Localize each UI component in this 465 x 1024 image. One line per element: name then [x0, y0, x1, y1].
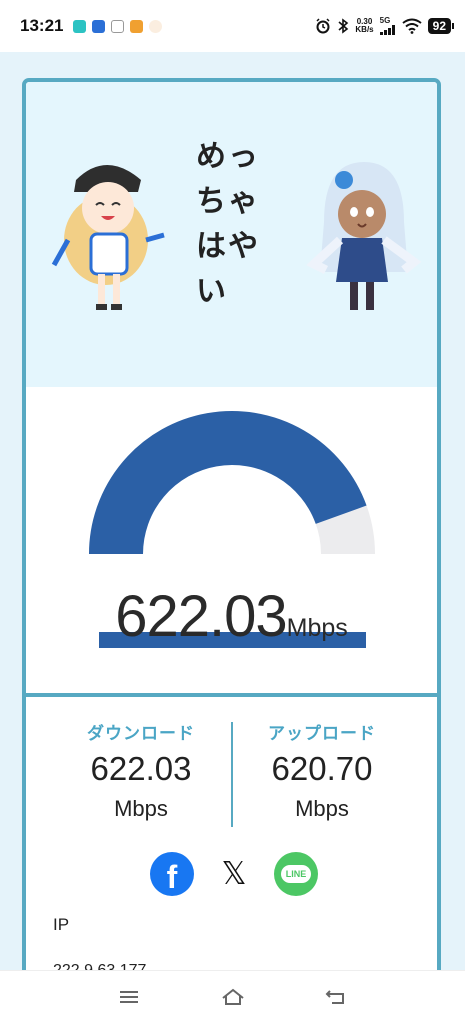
speed-gauge	[89, 411, 375, 555]
ip-label: IP	[53, 915, 70, 934]
hero-title-line: はや	[196, 230, 260, 263]
x-icon: 𝕏	[221, 856, 247, 892]
hero-title: めっ ちゃ はや い	[196, 134, 266, 314]
download-label: ダウンロード	[87, 724, 195, 743]
home-app-icon	[73, 19, 87, 33]
recent-apps-button[interactable]	[114, 984, 144, 1010]
network-type: 5G	[379, 16, 391, 25]
back-icon	[325, 990, 344, 1004]
home-icon	[222, 988, 244, 1005]
signal-icon	[379, 25, 395, 35]
net-speed-unit: KB/s	[355, 25, 374, 34]
line-share-button[interactable]: LINE	[274, 852, 318, 896]
facebook-icon: f	[166, 858, 178, 895]
status-time: 13:21	[20, 16, 64, 35]
app-icon	[130, 19, 144, 33]
character-illustration-left	[51, 165, 165, 310]
share-buttons: f 𝕏 LINE	[26, 852, 437, 900]
character-illustration-right	[306, 162, 422, 310]
speed-unit: Mbps	[286, 614, 348, 642]
upload-label: アップロード	[268, 724, 376, 743]
hero-banner: めっ ちゃ はや い	[26, 82, 437, 387]
facebook-share-button[interactable]: f	[150, 852, 194, 896]
upload-value: 620.70	[271, 750, 373, 787]
upload-result: アップロード 620.70 Mbps	[222, 719, 422, 822]
download-unit: Mbps	[114, 796, 168, 821]
result-card: めっ ちゃ はや い 622.03Mbps ダウンロード 622.03 Mbps…	[22, 78, 441, 1008]
gauge-fill	[89, 411, 367, 555]
back-button[interactable]	[321, 984, 351, 1010]
battery-indicator: 92	[427, 18, 455, 34]
upload-unit: Mbps	[295, 796, 349, 821]
hero-title-line: めっ	[196, 140, 260, 173]
bluetooth-icon	[338, 18, 349, 34]
download-result: ダウンロード 622.03 Mbps	[41, 719, 241, 822]
speed-readout: 622.03Mbps	[26, 583, 437, 650]
hero-title-line: ちゃ	[196, 185, 260, 218]
system-nav-bar	[0, 970, 465, 1024]
line-icon: LINE	[280, 865, 312, 883]
menu-icon	[120, 991, 138, 1003]
speed-gauge-section: 622.03Mbps	[26, 387, 437, 693]
page: めっ ちゃ はや い 622.03Mbps ダウンロード 622.03 Mbps…	[0, 52, 465, 1008]
status-bar: 13:21 0.30 KB/s 5G 92	[0, 0, 465, 52]
cell-signal: 5G	[379, 16, 396, 35]
gmail-icon	[111, 19, 125, 33]
chat-app-icon	[92, 19, 106, 33]
download-value: 622.03	[90, 750, 192, 787]
speed-value: 622.03	[115, 584, 287, 649]
net-speed: 0.30 KB/s	[355, 18, 373, 34]
results-panel: ダウンロード 622.03 Mbps アップロード 620.70 Mbps	[26, 697, 437, 837]
notification-icons	[73, 19, 163, 33]
status-right: 0.30 KB/s 5G 92	[315, 16, 455, 35]
x-share-button[interactable]: 𝕏	[212, 852, 256, 896]
dot-icon	[149, 19, 163, 33]
hero-title-line: い	[196, 275, 228, 308]
home-button[interactable]	[218, 984, 248, 1010]
alarm-icon	[316, 18, 330, 34]
wifi-icon	[402, 18, 422, 34]
